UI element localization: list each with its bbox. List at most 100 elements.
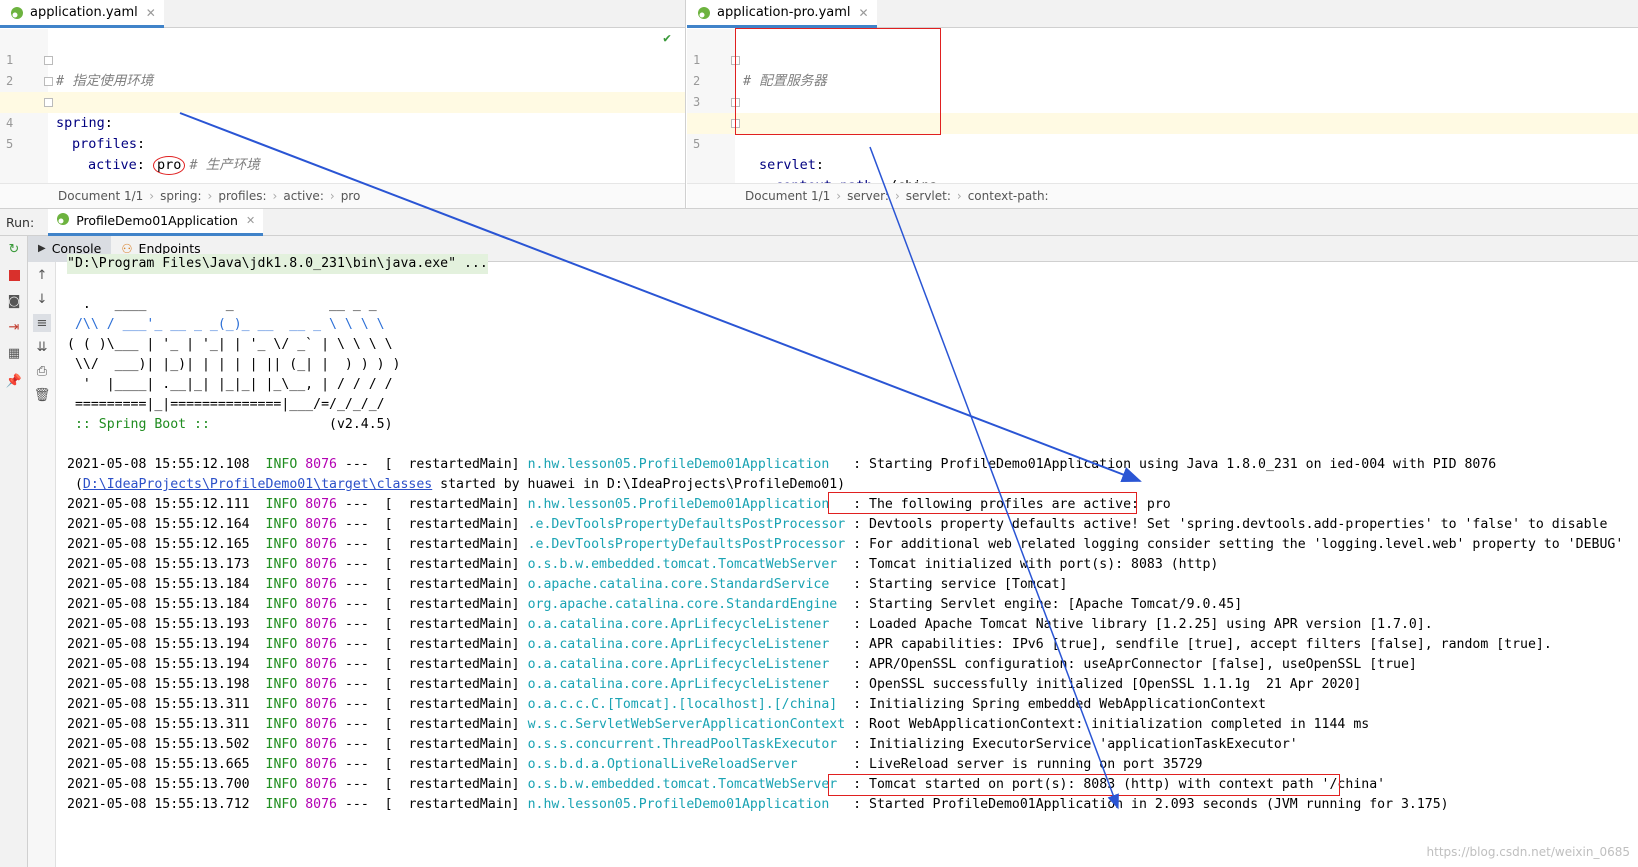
- log-logger: org.apache.catalina.core.StandardEngine: [527, 597, 846, 612]
- log-level: INFO: [265, 677, 298, 692]
- code-editor[interactable]: 1 # 指定使用环境 2 spring: 3 profiles: 4 activ…: [0, 29, 685, 183]
- log-thread: --- [ restartedMain]: [344, 657, 520, 672]
- log-timestamp: 2021-05-08 15:55:13.700: [67, 777, 250, 792]
- close-icon[interactable]: ✕: [859, 6, 869, 20]
- classpath-link[interactable]: D:\IdeaProjects\ProfileDemo01\target\cla…: [83, 477, 432, 492]
- fold-icon[interactable]: [731, 98, 740, 107]
- camera-icon[interactable]: ◙: [5, 292, 23, 310]
- log-logger: o.s.s.concurrent.ThreadPoolTaskExecutor: [527, 737, 846, 752]
- banner-line: ( ( )\___ | '_ | '_| | '_ \/ _` | \ \ \ …: [67, 337, 393, 352]
- layout-icon[interactable]: ▦: [5, 344, 23, 362]
- tab-application-yaml[interactable]: application.yaml ✕: [0, 0, 164, 28]
- soft-wrap-icon[interactable]: ≡: [33, 314, 51, 332]
- breadcrumb-item[interactable]: profiles:: [218, 189, 266, 203]
- stop-icon[interactable]: [5, 266, 23, 284]
- breadcrumb-item[interactable]: servlet:: [906, 189, 951, 203]
- tab-label: application.yaml: [30, 5, 138, 20]
- breadcrumb-item[interactable]: context-path:: [968, 189, 1049, 203]
- exit-icon[interactable]: ⇥: [5, 318, 23, 336]
- breadcrumb-item[interactable]: Document 1/1: [745, 189, 830, 203]
- breadcrumb-item[interactable]: server:: [847, 189, 889, 203]
- console-output[interactable]: "D:\Program Files\Java\jdk1.8.0_231\bin\…: [57, 254, 1638, 867]
- breadcrumb-item[interactable]: pro: [341, 189, 361, 203]
- log-line: 2021-05-08 15:55:12.108 INFO 8076 --- [ …: [67, 455, 1496, 475]
- log-pid: 8076: [305, 457, 337, 472]
- log-logger: o.s.b.w.embedded.tomcat.TomcatWebServer: [527, 777, 846, 792]
- text: (: [67, 477, 83, 492]
- log-pid: 8076: [305, 617, 337, 632]
- log-timestamp: 2021-05-08 15:55:13.173: [67, 557, 250, 572]
- run-config-name: ProfileDemo01Application: [76, 213, 238, 228]
- run-config-tab[interactable]: ProfileDemo01Application ✕: [48, 208, 264, 236]
- log-pid: 8076: [305, 597, 337, 612]
- fold-icon[interactable]: [731, 56, 740, 65]
- log-level: INFO: [265, 457, 298, 472]
- log-line: 2021-05-08 15:55:13.193 INFO 8076 --- [ …: [67, 615, 1433, 635]
- log-timestamp: 2021-05-08 15:55:13.665: [67, 757, 250, 772]
- close-icon[interactable]: ✕: [246, 214, 255, 227]
- log-pid: 8076: [305, 577, 337, 592]
- log-level: INFO: [265, 797, 298, 812]
- log-line: 2021-05-08 15:55:13.198 INFO 8076 --- [ …: [67, 675, 1361, 695]
- log-thread: --- [ restartedMain]: [344, 517, 520, 532]
- log-thread: --- [ restartedMain]: [344, 617, 520, 632]
- breadcrumb-item[interactable]: spring:: [160, 189, 201, 203]
- log-timestamp: 2021-05-08 15:55:12.108: [67, 457, 250, 472]
- log-pid: 8076: [305, 717, 337, 732]
- tab-application-pro-yaml[interactable]: application-pro.yaml ✕: [687, 0, 877, 28]
- code-line: 2 server:: [687, 50, 1638, 131]
- log-thread: --- [ restartedMain]: [344, 577, 520, 592]
- console-toolbar: ↑ ↓ ≡ ⇊ ⎙ 🗑: [28, 262, 56, 867]
- code-editor[interactable]: 1 # 配置服务器 2 server: 3 port: 8083 4 servl…: [687, 29, 1638, 194]
- editor-pane-application-yaml: application.yaml ✕ 1 # 指定使用环境 2 spring: …: [0, 0, 686, 208]
- log-pid: 8076: [305, 737, 337, 752]
- breadcrumb-item[interactable]: active:: [283, 189, 324, 203]
- code-line-current: 5 context-path: /china: [687, 113, 1638, 194]
- log-logger: n.hw.lesson05.ProfileDemo01Application: [527, 457, 846, 472]
- yaml-colon: :: [815, 157, 825, 173]
- close-icon[interactable]: ✕: [146, 6, 156, 20]
- fold-icon[interactable]: [44, 56, 53, 65]
- banner-line: /\\ / ___'_ __ _ _(_)_ __ __ _ \ \ \ \: [67, 317, 385, 332]
- rerun-icon[interactable]: ↻: [5, 240, 23, 258]
- log-level: INFO: [265, 597, 298, 612]
- log-line: 2021-05-08 15:55:13.173 INFO 8076 --- [ …: [67, 555, 1218, 575]
- code-line: 4 servlet:: [687, 92, 1638, 173]
- log-pid: 8076: [305, 697, 337, 712]
- scroll-to-end-icon[interactable]: ⇊: [33, 338, 51, 356]
- fold-icon[interactable]: [44, 98, 53, 107]
- scroll-up-icon[interactable]: ↑: [33, 266, 51, 284]
- code-line: 3 port: 8083: [687, 71, 1638, 131]
- log-thread: --- [ restartedMain]: [344, 717, 520, 732]
- line-number: 5: [693, 137, 701, 151]
- breadcrumb-item[interactable]: Document 1/1: [58, 189, 143, 203]
- text: started by huawei in D:\IdeaProjects\Pro…: [432, 477, 846, 492]
- log-level: INFO: [265, 557, 298, 572]
- log-logger: o.s.b.w.embedded.tomcat.TomcatWebServer: [527, 557, 846, 572]
- pin-icon[interactable]: 📌: [5, 372, 23, 390]
- log-level: INFO: [265, 757, 298, 772]
- log-level: INFO: [265, 777, 298, 792]
- log-message: : The following profiles are active: pro: [853, 497, 1171, 512]
- log-thread: --- [ restartedMain]: [344, 697, 520, 712]
- log-line: 2021-05-08 15:55:13.194 INFO 8076 --- [ …: [67, 655, 1417, 675]
- fold-icon[interactable]: [731, 119, 740, 128]
- log-timestamp: 2021-05-08 15:55:13.193: [67, 617, 250, 632]
- log-thread: --- [ restartedMain]: [344, 737, 520, 752]
- log-message: : Initializing Spring embedded WebApplic…: [853, 697, 1266, 712]
- log-pid: 8076: [305, 797, 337, 812]
- log-line: 2021-05-08 15:55:12.165 INFO 8076 --- [ …: [67, 535, 1623, 555]
- banner-line: \\/ ___)| |_)| | | | | || (_| | ) ) ) ): [67, 357, 401, 372]
- trash-icon[interactable]: 🗑: [33, 386, 51, 404]
- log-pid: 8076: [305, 497, 337, 512]
- log-thread: --- [ restartedMain]: [344, 497, 520, 512]
- log-line: 2021-05-08 15:55:13.311 INFO 8076 --- [ …: [67, 695, 1266, 715]
- log-logger: .e.DevToolsPropertyDefaultsPostProcessor: [527, 517, 846, 532]
- log-thread: --- [ restartedMain]: [344, 677, 520, 692]
- log-level: INFO: [265, 737, 298, 752]
- log-level: INFO: [265, 577, 298, 592]
- log-pid: 8076: [305, 557, 337, 572]
- fold-icon[interactable]: [44, 77, 53, 86]
- scroll-down-icon[interactable]: ↓: [33, 290, 51, 308]
- print-icon[interactable]: ⎙: [33, 362, 51, 380]
